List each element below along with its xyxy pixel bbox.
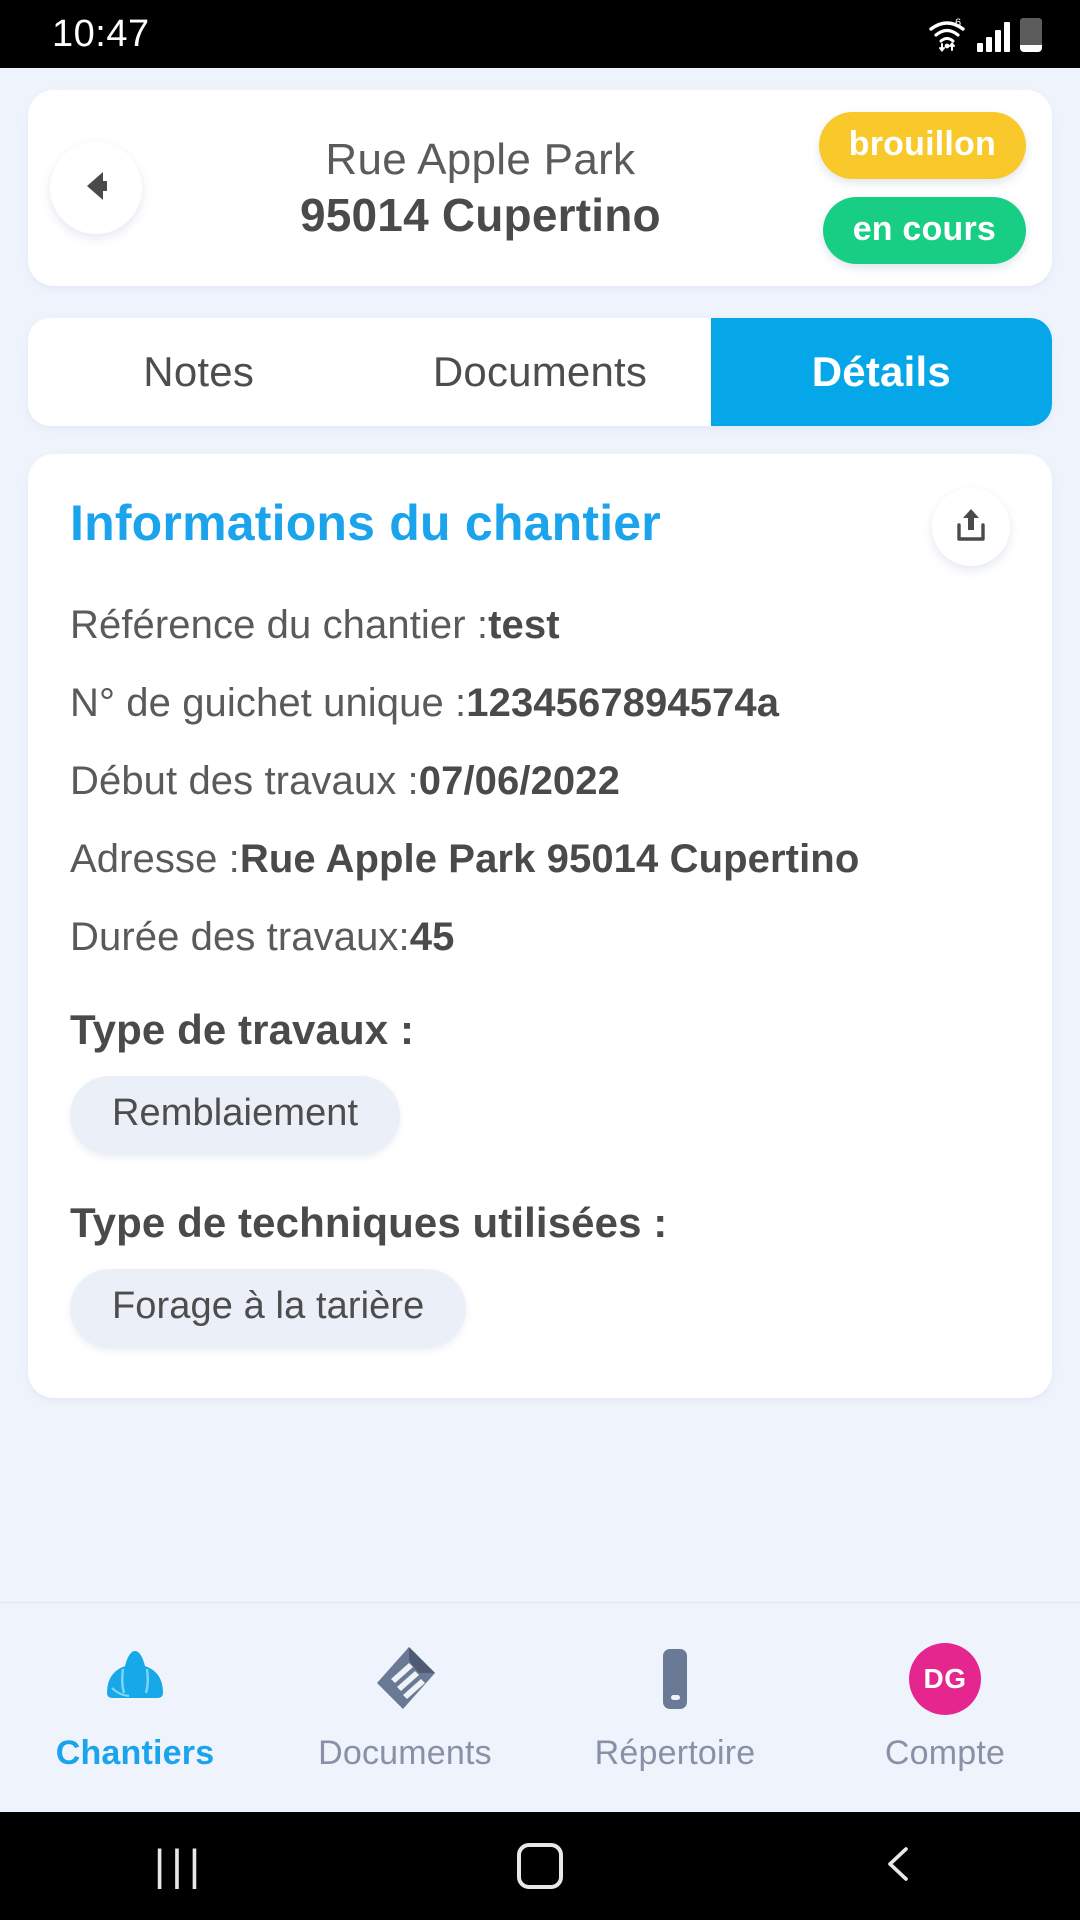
back-arrow-icon (73, 163, 119, 214)
svg-text:6: 6 (955, 17, 961, 29)
status-badges: brouillon en cours (818, 112, 1026, 264)
field-duration: Durée des travaux:45 (70, 912, 1010, 962)
field-address-label: Adresse : (70, 837, 240, 881)
hard-hat-icon (99, 1642, 171, 1716)
system-back-button[interactable] (800, 1812, 1000, 1920)
site-header-card: Rue Apple Park 95014 Cupertino brouillon… (28, 90, 1052, 286)
technique-type-chip-list: Forage à la tarière (70, 1269, 1010, 1348)
work-type-chip[interactable]: Remblaiement (70, 1076, 401, 1155)
nav-item-documents[interactable]: Documents (270, 1642, 540, 1773)
tab-notes[interactable]: Notes (28, 318, 369, 426)
home-icon (517, 1843, 563, 1889)
field-duration-value: 45 (409, 915, 455, 959)
field-reference-value: test (488, 603, 560, 647)
details-field-list: Référence du chantier :test N° de guiche… (70, 600, 1010, 962)
field-guichet-label: N° de guichet unique : (70, 681, 467, 725)
field-duration-label: Durée des travaux: (70, 915, 410, 959)
avatar: DG (909, 1643, 981, 1715)
tab-bar: Notes Documents Détails (28, 318, 1052, 426)
field-reference-label: Référence du chantier : (70, 603, 489, 647)
field-address: Adresse :Rue Apple Park 95014 Cupertino (70, 834, 1010, 884)
bottom-navigation: Chantiers Documents Répertoire DG Compte (0, 1602, 1080, 1812)
home-button[interactable] (440, 1812, 640, 1920)
field-guichet: N° de guichet unique :1234567894574a (70, 678, 1010, 728)
details-card-header: Informations du chantier (70, 488, 1010, 566)
field-address-value: Rue Apple Park 95014 Cupertino (239, 837, 860, 881)
back-button[interactable] (50, 142, 142, 234)
status-badge-progress[interactable]: en cours (822, 197, 1026, 264)
nav-item-repertoire[interactable]: Répertoire (540, 1642, 810, 1773)
nav-label-compte: Compte (884, 1734, 1006, 1772)
status-bar: 10:47 6 (0, 0, 1080, 68)
system-navigation-bar: ||| (0, 1812, 1080, 1920)
nav-item-chantiers[interactable]: Chantiers (0, 1642, 270, 1773)
wifi-6-icon: 6 (927, 16, 967, 52)
system-back-icon (879, 1843, 921, 1890)
work-type-chip-list: Remblaiement (70, 1076, 1010, 1155)
field-reference: Référence du chantier :test (70, 600, 1010, 650)
recent-apps-icon: ||| (153, 1841, 207, 1890)
recent-apps-button[interactable]: ||| (80, 1812, 280, 1920)
status-bar-time: 10:47 (52, 12, 150, 55)
site-address-line1: Rue Apple Park (325, 135, 636, 185)
tab-details[interactable]: Détails (710, 318, 1052, 426)
phone-icon (639, 1642, 711, 1716)
nav-item-compte[interactable]: DG Compte (810, 1642, 1080, 1773)
status-badge-draft[interactable]: brouillon (818, 112, 1026, 179)
field-start-date-value: 07/06/2022 (418, 759, 620, 803)
avatar-icon: DG (909, 1642, 981, 1716)
phone-screen: 10:47 6 Rue Apple Park 95014 Cupertino b… (0, 0, 1080, 1920)
work-type-title: Type de travaux : (70, 1006, 415, 1053)
site-details-card: Informations du chantier Référence du ch… (28, 454, 1052, 1398)
technique-type-title: Type de techniques utilisées : (70, 1199, 668, 1246)
documents-icon (369, 1642, 441, 1716)
share-icon (951, 505, 991, 550)
nav-label-repertoire: Répertoire (594, 1734, 756, 1772)
site-address: Rue Apple Park 95014 Cupertino (142, 133, 819, 243)
share-button[interactable] (932, 488, 1010, 566)
nav-label-chantiers: Chantiers (55, 1734, 215, 1772)
nav-label-documents: Documents (318, 1734, 492, 1772)
status-bar-icons: 6 (927, 16, 1042, 52)
tab-documents[interactable]: Documents (369, 318, 710, 426)
cellular-signal-icon (977, 20, 1010, 52)
battery-icon (1020, 18, 1042, 52)
field-start-date: Début des travaux :07/06/2022 (70, 756, 1010, 806)
details-card-title: Informations du chantier (70, 495, 661, 551)
field-guichet-value: 1234567894574a (466, 681, 780, 725)
site-address-line2: 95014 Cupertino (299, 188, 661, 241)
technique-type-chip[interactable]: Forage à la tarière (70, 1269, 467, 1348)
field-start-date-label: Début des travaux : (70, 759, 419, 803)
app-body: Rue Apple Park 95014 Cupertino brouillon… (0, 68, 1080, 1812)
